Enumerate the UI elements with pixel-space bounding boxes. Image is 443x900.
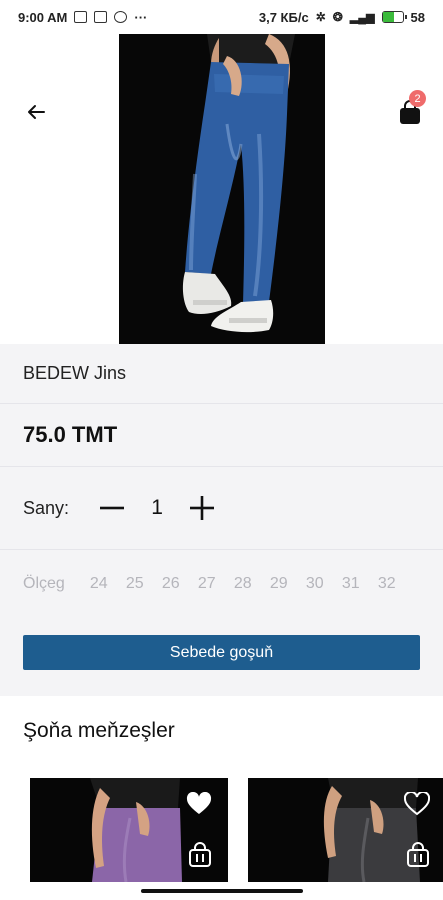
size-option-28[interactable]: 28	[225, 575, 261, 593]
add-to-cart-button[interactable]: Sebede goşuň	[23, 635, 420, 670]
cart-button[interactable]: 2	[394, 90, 428, 126]
product-name: BEDEW Jins	[23, 363, 127, 383]
size-option-32[interactable]: 32	[369, 575, 405, 593]
size-option-30[interactable]: 30	[297, 575, 333, 593]
product-price-row: 75.0 TMT	[0, 404, 443, 467]
size-option-29[interactable]: 29	[261, 575, 297, 593]
shopping-bag-icon	[189, 842, 211, 867]
size-row: Ölçeg 24 25 26 27 28 29 30 31 32	[0, 550, 443, 618]
network-speed: 3,7 КБ/c	[258, 9, 309, 25]
size-option-27[interactable]: 27	[189, 575, 225, 593]
product-details-panel: BEDEW Jins 75.0 TMT Sany: 1 Ölçeg 24 25 …	[0, 344, 443, 696]
status-time: 9:00 AM	[18, 9, 68, 25]
battery-level: 58	[410, 9, 425, 25]
add-to-bag-button[interactable]	[406, 842, 430, 873]
favorite-button[interactable]	[186, 791, 212, 821]
app-icon	[114, 11, 128, 23]
alarm-icon: ❂	[332, 10, 343, 24]
battery-icon	[381, 11, 407, 23]
size-option-25[interactable]: 25	[117, 575, 153, 593]
heart-icon	[186, 791, 212, 814]
back-button[interactable]	[22, 98, 50, 126]
size-label: Ölçeg	[23, 575, 65, 592]
similar-product-card[interactable]	[30, 778, 228, 882]
similar-products-title: Şoňa meňzeşler	[23, 719, 175, 742]
minus-icon	[100, 506, 125, 510]
similar-product-card[interactable]	[248, 778, 443, 882]
notification-icon	[74, 11, 88, 23]
bluetooth-icon: ✲	[315, 10, 326, 24]
more-notifications: ···	[134, 9, 148, 25]
quantity-row: Sany: 1	[0, 467, 443, 550]
status-bar: 9:00 AM ··· 3,7 КБ/c ✲ ❂ ▂▄▆ 58	[0, 0, 443, 34]
signal-icon: ▂▄▆	[349, 11, 375, 24]
arrow-left-icon	[28, 105, 45, 119]
product-price: 75.0 TMT	[23, 422, 118, 447]
size-option-26[interactable]: 26	[153, 575, 189, 593]
heart-outline-icon	[403, 790, 431, 816]
product-hero: 2	[0, 34, 443, 344]
product-name-row: BEDEW Jins	[0, 344, 443, 404]
shopping-bag-icon	[407, 842, 429, 867]
size-option-24[interactable]: 24	[81, 575, 117, 593]
mail-icon	[94, 11, 108, 23]
plus-icon	[190, 496, 215, 520]
quantity-label: Sany:	[23, 497, 70, 518]
quantity-decrease-button[interactable]	[97, 493, 127, 523]
add-to-bag-button[interactable]	[188, 842, 212, 873]
quantity-value: 1	[151, 496, 163, 519]
product-image	[119, 34, 325, 344]
quantity-increase-button[interactable]	[187, 493, 217, 523]
home-indicator[interactable]	[141, 889, 303, 893]
favorite-button[interactable]	[403, 790, 431, 821]
cart-count-badge: 2	[409, 90, 426, 107]
size-option-31[interactable]: 31	[333, 575, 369, 593]
